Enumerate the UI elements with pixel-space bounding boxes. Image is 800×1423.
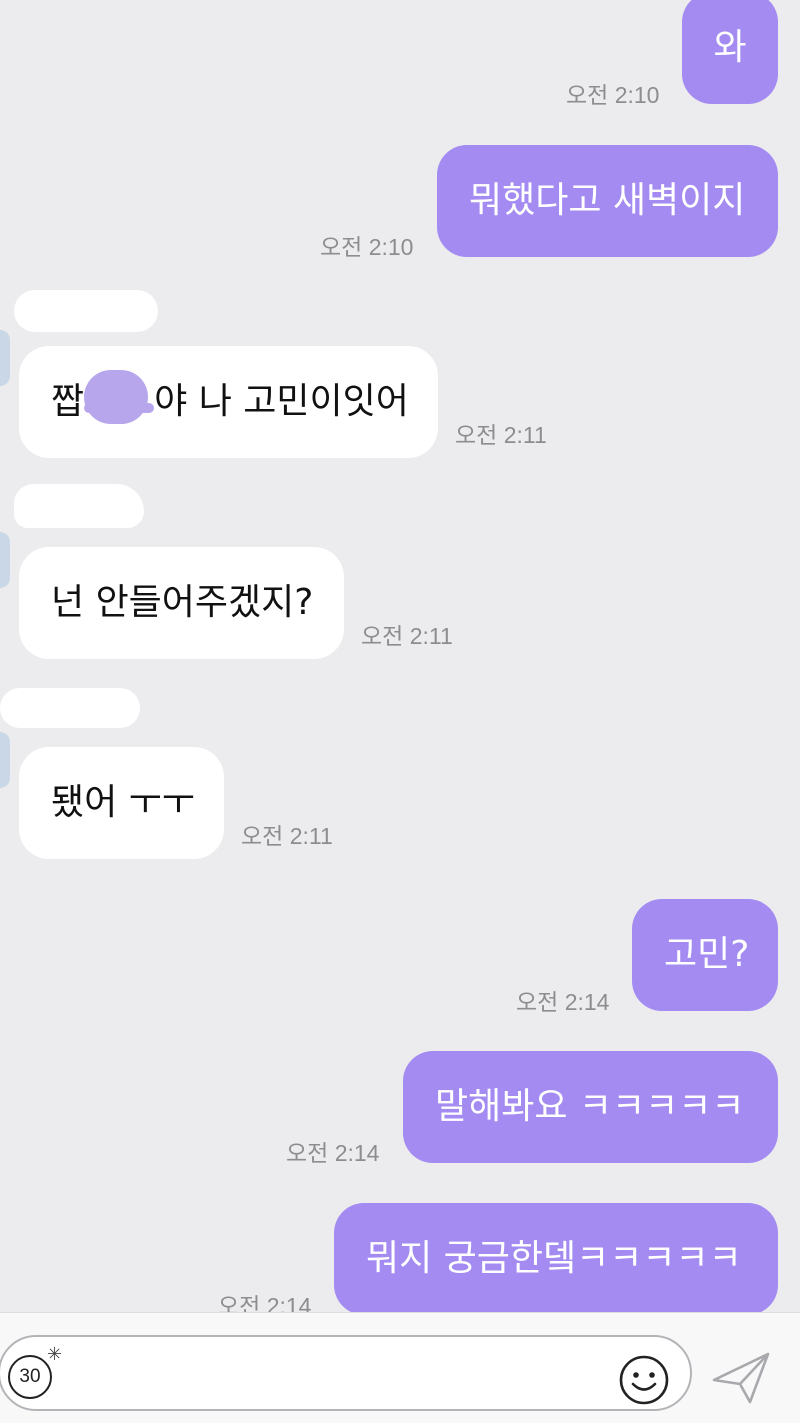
message-bubble-outgoing[interactable]: 와 [682,0,778,104]
timer-icon[interactable]: 30 [8,1355,52,1399]
timer-spark-icon: ✳ [47,1344,63,1365]
redaction-blob [84,370,148,424]
message-timestamp: 오전 2:14 [286,1140,380,1166]
chat-thread: 와 오전 2:10 뭐했다고 새벽이지 오전 2:10 짭 야 나 고민이잇어 오… [0,0,800,1312]
message-bubble-incoming[interactable]: 짭 야 나 고민이잇어 [19,346,438,458]
message-bubble-incoming[interactable]: 됐어 ㅜㅜ [19,747,224,859]
message-bubble-outgoing[interactable]: 말해봐요 ㅋㅋㅋㅋㅋ [403,1051,778,1163]
message-text-end: 야 나 고민이잇어 [154,381,409,422]
message-timestamp: 오전 2:11 [241,823,333,849]
sender-name-redacted [14,290,158,332]
message-text-start: 짭 [51,381,85,422]
message-timestamp: 오전 2:14 [218,1293,312,1312]
message-bubble-incoming[interactable]: 넌 안들어주겠지? [19,547,344,659]
avatar [0,732,10,788]
avatar [0,532,10,588]
message-timestamp: 오전 2:11 [455,422,547,448]
send-icon[interactable] [710,1350,774,1406]
message-bubble-outgoing[interactable]: 뭐지 궁금한뎈ㅋㅋㅋㅋㅋ [334,1203,778,1312]
sender-name-redacted [0,688,140,728]
message-composer [0,1312,800,1423]
message-timestamp: 오전 2:11 [361,623,453,649]
avatar [0,330,10,386]
sender-name-redacted [14,484,144,528]
message-timestamp: 오전 2:10 [320,234,414,260]
smiley-icon[interactable] [618,1354,670,1406]
message-bubble-outgoing[interactable]: 뭐했다고 새벽이지 [437,145,778,257]
message-timestamp: 오전 2:14 [516,989,610,1015]
message-timestamp: 오전 2:10 [566,82,660,108]
message-bubble-outgoing[interactable]: 고민? [632,899,778,1011]
message-input[interactable] [0,1335,692,1411]
